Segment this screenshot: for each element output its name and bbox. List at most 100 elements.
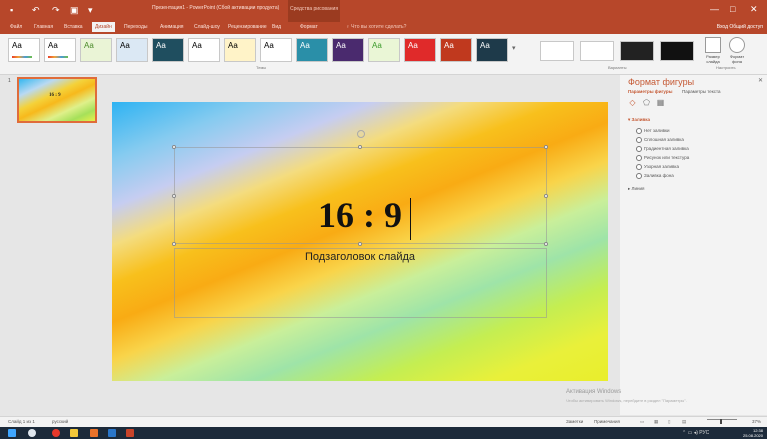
section-line[interactable]: ▸ Линия bbox=[628, 186, 644, 192]
themes-more-icon[interactable]: ▾ bbox=[512, 44, 516, 52]
theme-9[interactable]: Aa bbox=[296, 38, 328, 62]
slide-size-button[interactable]: Размер слайда bbox=[702, 37, 724, 64]
theme-12[interactable]: Aa bbox=[404, 38, 436, 62]
theme-5[interactable]: Aa bbox=[152, 38, 184, 62]
language-indicator[interactable]: русский bbox=[52, 419, 68, 424]
variant-4[interactable] bbox=[660, 41, 694, 61]
minimize-button[interactable]: — bbox=[710, 4, 719, 14]
theme-14[interactable]: Aa bbox=[476, 38, 508, 62]
tab-file[interactable]: Файл bbox=[10, 24, 22, 30]
resize-handle[interactable] bbox=[544, 242, 548, 246]
slide-subtitle[interactable]: Подзаголовок слайда bbox=[112, 251, 608, 263]
context-tab-header: Средства рисования bbox=[288, 0, 340, 22]
zoom-slider[interactable] bbox=[707, 419, 737, 420]
section-fill-label: Заливка bbox=[631, 117, 650, 122]
theme-8[interactable]: Aa bbox=[260, 38, 292, 62]
close-button[interactable]: ✕ bbox=[750, 4, 758, 15]
slideshow-view-icon[interactable]: ▤ bbox=[682, 419, 686, 425]
start-icon[interactable] bbox=[8, 429, 16, 437]
fill-option-solid[interactable]: Сплошная заливка bbox=[636, 137, 684, 143]
tab-view[interactable]: Вид bbox=[272, 24, 281, 30]
theme-sample: Aa bbox=[336, 41, 346, 50]
section-fill[interactable]: ▾ Заливка bbox=[628, 117, 650, 123]
theme-office[interactable]: Aa bbox=[8, 38, 40, 62]
browser-icon[interactable] bbox=[52, 429, 60, 437]
theme-sample: Aa bbox=[408, 41, 418, 50]
theme-6[interactable]: Aa bbox=[188, 38, 220, 62]
slide-thumbnail[interactable]: 16 : 9 bbox=[17, 77, 97, 123]
word-icon[interactable] bbox=[108, 429, 116, 437]
fill-line-icon[interactable]: ◇ bbox=[628, 98, 637, 107]
theme-2[interactable]: Aa bbox=[44, 38, 76, 62]
fill-option-none[interactable]: Нет заливки bbox=[636, 128, 670, 134]
theme-11[interactable]: Aa bbox=[368, 38, 400, 62]
theme-7[interactable]: Aa bbox=[224, 38, 256, 62]
variant-2[interactable] bbox=[580, 41, 614, 61]
save-icon[interactable]: ▪ bbox=[10, 5, 13, 15]
format-background-button[interactable]: Формат фона bbox=[726, 37, 748, 64]
text-cursor bbox=[410, 198, 411, 240]
close-pane-icon[interactable]: ✕ bbox=[758, 77, 763, 84]
thumbnail-title: 16 : 9 bbox=[49, 93, 61, 98]
undo-icon[interactable]: ↶ bbox=[32, 5, 40, 16]
radio bbox=[636, 137, 642, 143]
fill-option-pattern[interactable]: Узорная заливка bbox=[636, 164, 679, 170]
theme-3[interactable]: Aa bbox=[80, 38, 112, 62]
variant-3[interactable] bbox=[620, 41, 654, 61]
notes-button[interactable]: Заметки bbox=[566, 419, 583, 424]
theme-10[interactable]: Aa bbox=[332, 38, 364, 62]
clock[interactable]: 12:38 25.08.2020 bbox=[743, 428, 763, 438]
resize-handle[interactable] bbox=[172, 145, 176, 149]
maximize-button[interactable]: □ bbox=[730, 4, 735, 14]
fill-option-label: Градиентная заливка bbox=[644, 146, 689, 152]
powerpoint-taskbar-icon[interactable] bbox=[126, 429, 134, 437]
tab-format[interactable]: Формат bbox=[300, 24, 318, 30]
normal-view-icon[interactable]: ▭ bbox=[640, 419, 644, 425]
tab-transitions[interactable]: Переходы bbox=[124, 24, 147, 30]
theme-13[interactable]: Aa bbox=[440, 38, 472, 62]
start-slideshow-icon[interactable]: ▣ bbox=[70, 5, 79, 16]
customize-qat-icon[interactable]: ▾ bbox=[88, 5, 93, 16]
system-tray[interactable]: ⌃ ▭ ◂) РУС bbox=[682, 430, 709, 436]
variant-1[interactable] bbox=[540, 41, 574, 61]
slide-title[interactable]: 16 : 9 bbox=[112, 194, 608, 236]
tell-me-search[interactable]: ♀ Что вы хотите сделать? bbox=[346, 24, 406, 30]
tab-animations[interactable]: Анимация bbox=[160, 24, 183, 30]
tab-text-options[interactable]: Параметры текста bbox=[682, 89, 721, 94]
file-explorer-icon[interactable] bbox=[70, 429, 78, 437]
app-icon[interactable] bbox=[90, 429, 98, 437]
slide-canvas[interactable]: 16 : 9 Подзаголовок слайда bbox=[112, 102, 608, 381]
group-label-customize: Настроить bbox=[716, 65, 736, 70]
tab-slideshow[interactable]: Слайд-шоу bbox=[194, 24, 220, 30]
effects-icon[interactable]: ⬠ bbox=[642, 98, 651, 107]
reading-view-icon[interactable]: ▯ bbox=[668, 419, 670, 425]
rotate-handle-icon[interactable] bbox=[357, 130, 365, 138]
theme-4[interactable]: Aa bbox=[116, 38, 148, 62]
share-button[interactable]: Вход Общий доступ bbox=[717, 24, 763, 30]
zoom-level[interactable]: 37% bbox=[752, 419, 761, 424]
resize-handle[interactable] bbox=[358, 145, 362, 149]
comments-button[interactable]: Примечания bbox=[594, 419, 620, 424]
keyboard-layout[interactable]: РУС bbox=[699, 430, 709, 436]
tab-review[interactable]: Рецензирование bbox=[228, 24, 267, 30]
fill-option-background[interactable]: Заливка фона bbox=[636, 173, 674, 179]
tab-insert[interactable]: Вставка bbox=[64, 24, 83, 30]
ribbon-tabs: Файл Главная Вставка Дизайн Переходы Ани… bbox=[0, 22, 767, 34]
clock-date: 25.08.2020 bbox=[742, 433, 763, 438]
redo-icon[interactable]: ↷ bbox=[52, 5, 60, 16]
fill-option-picture[interactable]: Рисунок или текстура bbox=[636, 155, 689, 161]
tab-shape-options[interactable]: Параметры фигуры bbox=[628, 89, 672, 94]
tab-design[interactable]: Дизайн bbox=[92, 22, 115, 32]
theme-sample: Aa bbox=[84, 41, 94, 50]
slide-sorter-icon[interactable]: ▦ bbox=[654, 419, 658, 425]
zoom-slider-knob[interactable] bbox=[720, 419, 722, 424]
search-icon[interactable] bbox=[28, 429, 36, 437]
fill-option-gradient[interactable]: Градиентная заливка bbox=[636, 146, 689, 152]
window-title: Презентация1 - PowerPoint (Сбой активаци… bbox=[152, 5, 280, 11]
resize-handle[interactable] bbox=[544, 145, 548, 149]
tab-home[interactable]: Главная bbox=[34, 24, 53, 30]
resize-handle[interactable] bbox=[172, 242, 176, 246]
radio bbox=[636, 173, 642, 179]
resize-handle[interactable] bbox=[358, 242, 362, 246]
size-properties-icon[interactable]: ▦ bbox=[656, 98, 665, 107]
